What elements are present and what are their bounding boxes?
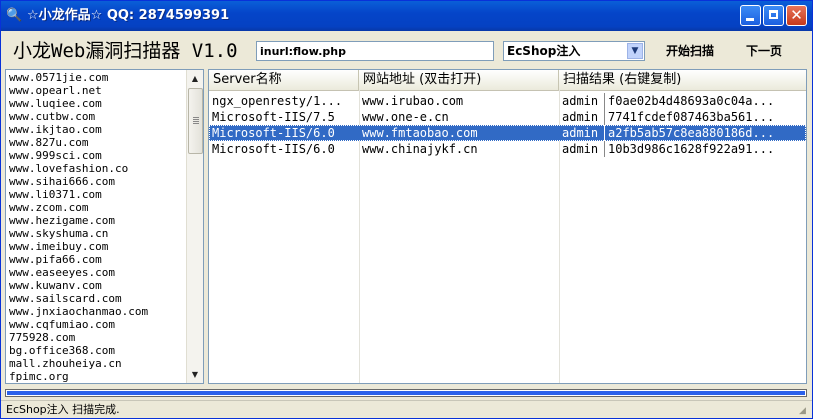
site-list-item[interactable]: 775928.com (9, 331, 203, 344)
site-list-item[interactable]: www.827u.com (9, 136, 203, 149)
column-header-result[interactable]: 扫描结果 (右键复制) (559, 70, 806, 90)
next-page-button[interactable]: 下一页 (746, 43, 782, 59)
site-list-item[interactable]: www.cqfumiao.com (9, 318, 203, 331)
cell-hash: 10b3d986c1628f922a91... (608, 142, 775, 156)
cell-server: Microsoft-IIS/6.0 (212, 142, 335, 156)
scroll-down-arrow-icon[interactable]: ▼ (187, 366, 203, 383)
table-row[interactable]: Microsoft-IIS/6.0 www.chinajykf.cn admin 10… (209, 141, 806, 157)
cell-user: admin (559, 109, 605, 125)
cell-hash: f0ae02b4d48693a0c04a... (608, 94, 775, 108)
minimize-icon (746, 18, 754, 21)
scan-type-value: EcShop注入 (507, 44, 581, 58)
table-row[interactable]: ngx_openresty/1... www.irubao.com admin f0a… (209, 93, 806, 109)
maximize-icon (769, 10, 778, 19)
close-button[interactable]: ✕ (786, 5, 807, 26)
scan-type-select[interactable]: EcShop注入 ▼ (503, 41, 645, 61)
site-list[interactable]: www.0571jie.com www.opearl.net www.luqiee.… (5, 69, 204, 384)
results-table[interactable]: Server名称 网站地址 (双击打开) 扫描结果 (右键复制) ngx_ope… (208, 69, 807, 384)
site-list-item[interactable]: www.jnxiaochanmao.com (9, 305, 203, 318)
status-text: EcShop注入 扫描完成. (6, 403, 120, 416)
title-bar[interactable]: 🔍 ☆小龙作品☆ QQ: 2874599391 ✕ (1, 1, 812, 31)
column-header-server[interactable]: Server名称 (209, 70, 359, 90)
cell-user: admin (559, 141, 605, 157)
site-list-scrollbar[interactable]: ▲ ▼ (186, 70, 203, 383)
progress-fill (7, 391, 805, 395)
scan-progress-bar (5, 389, 807, 397)
site-list-item[interactable]: www.sailscard.com (9, 292, 203, 305)
close-icon: ✕ (790, 6, 803, 24)
cell-server: ngx_openresty/1... (212, 94, 343, 108)
maximize-button[interactable] (763, 5, 784, 26)
cell-url: www.chinajykf.cn (362, 142, 478, 156)
site-list-item[interactable]: fpimc.org (9, 370, 203, 383)
site-list-item[interactable]: www.imeibuy.com (9, 240, 203, 253)
cell-server: Microsoft-IIS/7.5 (212, 110, 335, 124)
minimize-button[interactable] (740, 5, 761, 26)
app-heading: 小龙Web漏洞扫描器 V1.0 (13, 40, 238, 62)
site-list-item[interactable]: www.ikjtao.com (9, 123, 203, 136)
site-list-item[interactable]: www.hezigame.com (9, 214, 203, 227)
site-list-item[interactable]: bg.office368.com (9, 344, 203, 357)
resize-grip-icon[interactable]: ◢ (799, 406, 810, 417)
search-keyword-input[interactable] (256, 41, 494, 61)
site-list-item[interactable]: www.cutbw.com (9, 110, 203, 123)
magnifier-icon: 🔍 (6, 8, 23, 23)
cell-url: www.irubao.com (362, 94, 464, 108)
site-list-item[interactable]: www.999sci.com (9, 149, 203, 162)
site-list-item[interactable]: www.li0371.com (9, 188, 203, 201)
scroll-up-arrow-icon[interactable]: ▲ (187, 70, 203, 87)
site-list-item[interactable]: www.skyshuma.cn (9, 227, 203, 240)
window-title: ☆小龙作品☆ QQ: 2874599391 (27, 8, 230, 23)
site-list-item[interactable]: www.lovefashion.co (9, 162, 203, 175)
main-window: 🔍 ☆小龙作品☆ QQ: 2874599391 ✕ 小龙Web漏洞扫描器 V1.… (0, 0, 813, 419)
chevron-down-icon[interactable]: ▼ (627, 43, 643, 59)
site-list-item[interactable]: www.luqiee.com (9, 97, 203, 110)
cell-user: admin (559, 93, 605, 109)
site-list-item[interactable]: mall.zhouheiya.cn (9, 357, 203, 370)
status-bar: EcShop注入 扫描完成. ◢ (1, 400, 812, 419)
site-list-item[interactable]: www.pifa66.com (9, 253, 203, 266)
column-header-url[interactable]: 网站地址 (双击打开) (359, 70, 559, 90)
site-list-item[interactable]: www.easeeyes.com (9, 266, 203, 279)
table-row[interactable]: Microsoft-IIS/6.0 www.fmtaobao.com admin a2… (209, 125, 806, 141)
site-list-item[interactable]: www.zcom.com (9, 201, 203, 214)
scrollbar-thumb[interactable] (188, 88, 203, 154)
site-list-item[interactable]: www.opearl.net (9, 84, 203, 97)
site-list-items: www.0571jie.com www.opearl.net www.luqiee.… (6, 70, 203, 383)
table-header: Server名称 网站地址 (双击打开) 扫描结果 (右键复制) (209, 70, 806, 91)
table-row[interactable]: Microsoft-IIS/7.5 www.one-e.cn admin 7741fc… (209, 109, 806, 125)
site-list-item[interactable]: www.sihai666.com (9, 175, 203, 188)
cell-url: www.one-e.cn (362, 110, 449, 124)
site-list-item[interactable]: www.0571jie.com (9, 71, 203, 84)
start-scan-button[interactable]: 开始扫描 (666, 43, 714, 59)
site-list-item[interactable]: www.kuwanv.com (9, 279, 203, 292)
cell-hash: 7741fcdef087463ba561... (608, 110, 775, 124)
